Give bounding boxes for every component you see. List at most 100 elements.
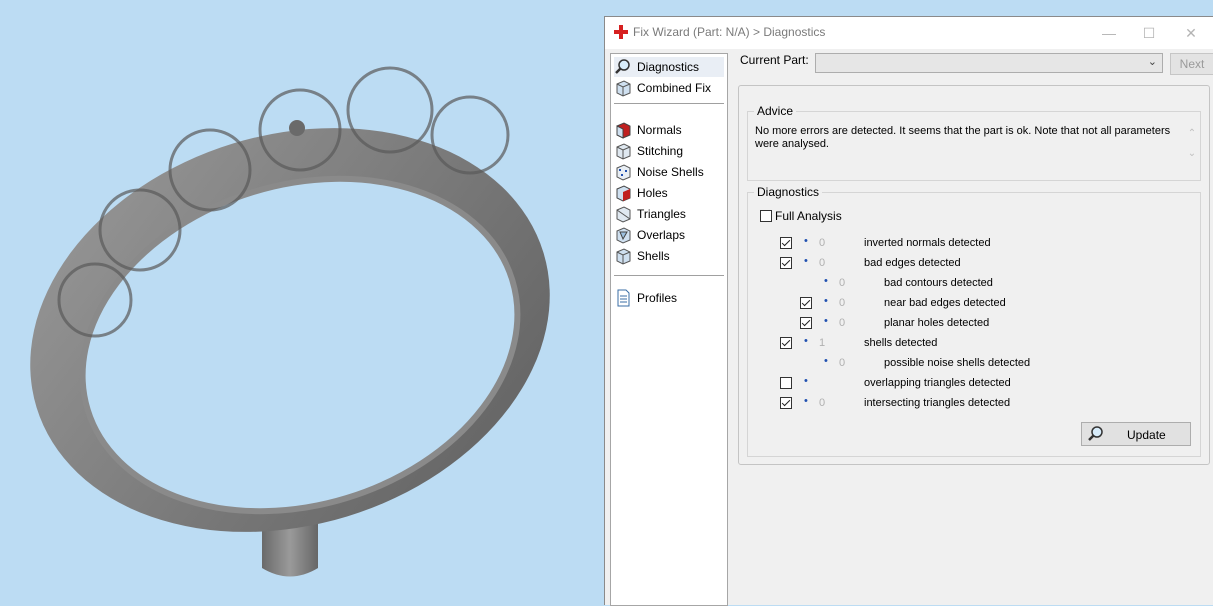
nav-label: Holes — [637, 186, 668, 200]
full-analysis-checkbox[interactable] — [760, 210, 772, 222]
nav-item-normals[interactable]: Normals — [614, 120, 724, 140]
advice-text: No more errors are detected. It seems th… — [755, 125, 1171, 150]
row-count: 0 — [839, 357, 846, 369]
row-label: intersecting triangles detected — [864, 397, 1011, 409]
magnifier-icon — [1088, 426, 1103, 441]
chevron-down-icon: ⌄ — [1147, 56, 1157, 68]
nav-label: Overlaps — [637, 228, 686, 242]
update-label: Update — [1127, 428, 1166, 442]
row-label: overlapping triangles detected — [864, 377, 1011, 389]
diagnostic-row: • 0 bad edges detected — [748, 255, 1198, 272]
row-count: 0 — [839, 277, 846, 289]
nav-item-holes[interactable]: Holes — [614, 183, 724, 203]
row-label: possible noise shells detected — [884, 357, 1031, 369]
bullet-icon: • — [824, 355, 828, 367]
row-count: 1 — [819, 337, 826, 349]
nav-item-profiles[interactable]: Profiles — [614, 288, 724, 308]
row-checkbox[interactable] — [800, 297, 812, 309]
nav-label: Triangles — [637, 207, 686, 221]
advice-group: Advice No more errors are detected. It s… — [747, 104, 1201, 181]
nav-item-triangles[interactable]: Triangles — [614, 204, 724, 224]
bullet-icon: • — [804, 255, 808, 267]
cube-icon — [616, 80, 631, 97]
row-label: planar holes detected — [884, 317, 990, 329]
row-count: 0 — [819, 237, 826, 249]
row-count: 0 — [819, 257, 826, 269]
bullet-icon: • — [824, 295, 828, 307]
ring-model-render — [30, 66, 550, 577]
maximize-button[interactable]: ☐ — [1129, 21, 1169, 45]
diagnostics-panel: Advice No more errors are detected. It s… — [738, 85, 1210, 465]
profile-document-icon — [617, 289, 630, 307]
nav-divider — [614, 275, 724, 276]
advice-scrollbar[interactable]: ⌃ ⌄ — [1186, 124, 1198, 170]
minimize-button[interactable]: — — [1089, 21, 1129, 45]
nav-item-diagnostics[interactable]: Diagnostics — [614, 57, 724, 77]
wizard-navigation: Diagnostics Combined Fix Normals Stitchi… — [610, 53, 728, 606]
update-button[interactable]: Update — [1081, 422, 1191, 446]
diagnostic-row: • 0 inverted normals detected — [748, 235, 1198, 252]
window-title: Fix Wizard (Part: N/A) > Diagnostics — [633, 25, 826, 39]
3d-viewport[interactable] — [0, 0, 604, 605]
current-part-label: Current Part: — [740, 53, 809, 67]
nav-label: Normals — [637, 123, 682, 137]
close-button[interactable]: ✕ — [1171, 21, 1211, 45]
row-count: 0 — [839, 317, 846, 329]
current-part-select[interactable]: ⌄ — [815, 53, 1163, 73]
diagnostic-row: • 0 near bad edges detected — [748, 295, 1198, 312]
diagnostic-row: • 0 intersecting triangles detected — [748, 395, 1198, 412]
nav-item-combined-fix[interactable]: Combined Fix — [614, 78, 724, 98]
title-bar[interactable]: Fix Wizard (Part: N/A) > Diagnostics — ☐… — [605, 17, 1213, 49]
row-label: near bad edges detected — [884, 297, 1006, 309]
nav-label: Profiles — [637, 291, 678, 305]
row-label: bad contours detected — [884, 277, 993, 289]
overlaps-icon — [616, 227, 631, 244]
advice-title: Advice — [754, 104, 797, 118]
diagnostic-row: • 0 planar holes detected — [748, 315, 1198, 332]
row-label: inverted normals detected — [864, 237, 991, 249]
bullet-icon: • — [804, 235, 808, 247]
shells-icon — [616, 248, 631, 265]
row-checkbox[interactable] — [780, 337, 792, 349]
holes-icon — [616, 185, 631, 202]
medical-cross-icon — [614, 25, 628, 39]
normals-icon — [616, 122, 631, 139]
row-label: bad edges detected — [864, 257, 961, 269]
nav-item-noise-shells[interactable]: Noise Shells — [614, 162, 724, 182]
bullet-icon: • — [824, 315, 828, 327]
nav-item-stitching[interactable]: Stitching — [614, 141, 724, 161]
nav-item-shells[interactable]: Shells — [614, 246, 724, 266]
diagnostic-row: • 0 possible noise shells detected — [748, 355, 1198, 372]
diagnostics-group: Diagnostics Full Analysis • 0 inverted n… — [747, 185, 1201, 457]
magnifier-icon — [615, 59, 630, 74]
row-checkbox[interactable] — [800, 317, 812, 329]
nav-label: Shells — [637, 249, 670, 263]
row-count: 0 — [819, 397, 826, 409]
stitching-icon — [616, 143, 631, 160]
row-checkbox[interactable] — [780, 397, 792, 409]
nav-label: Noise Shells — [637, 165, 704, 179]
fix-wizard-dialog: Fix Wizard (Part: N/A) > Diagnostics — ☐… — [604, 16, 1213, 606]
row-checkbox[interactable] — [780, 257, 792, 269]
next-button[interactable]: Next — [1170, 53, 1213, 75]
diagnostic-row: • 0 bad contours detected — [748, 275, 1198, 292]
diagnostics-title: Diagnostics — [754, 185, 823, 199]
diagnostic-row: • 1 shells detected — [748, 335, 1198, 352]
nav-label: Stitching — [637, 144, 684, 158]
triangles-icon — [616, 206, 631, 223]
nav-divider — [614, 103, 724, 104]
bullet-icon: • — [804, 375, 808, 387]
row-count: 0 — [839, 297, 846, 309]
bullet-icon: • — [824, 275, 828, 287]
bullet-icon: • — [804, 395, 808, 407]
nav-item-overlaps[interactable]: Overlaps — [614, 225, 724, 245]
diagnostic-row: • overlapping triangles detected — [748, 375, 1198, 392]
full-analysis-label: Full Analysis — [775, 209, 842, 223]
nav-label: Combined Fix — [637, 81, 712, 95]
row-checkbox[interactable] — [780, 237, 792, 249]
bullet-icon: • — [804, 335, 808, 347]
row-label: shells detected — [864, 337, 938, 349]
noise-shells-icon — [616, 164, 631, 181]
nav-label: Diagnostics — [637, 60, 700, 74]
row-checkbox[interactable] — [780, 377, 792, 389]
